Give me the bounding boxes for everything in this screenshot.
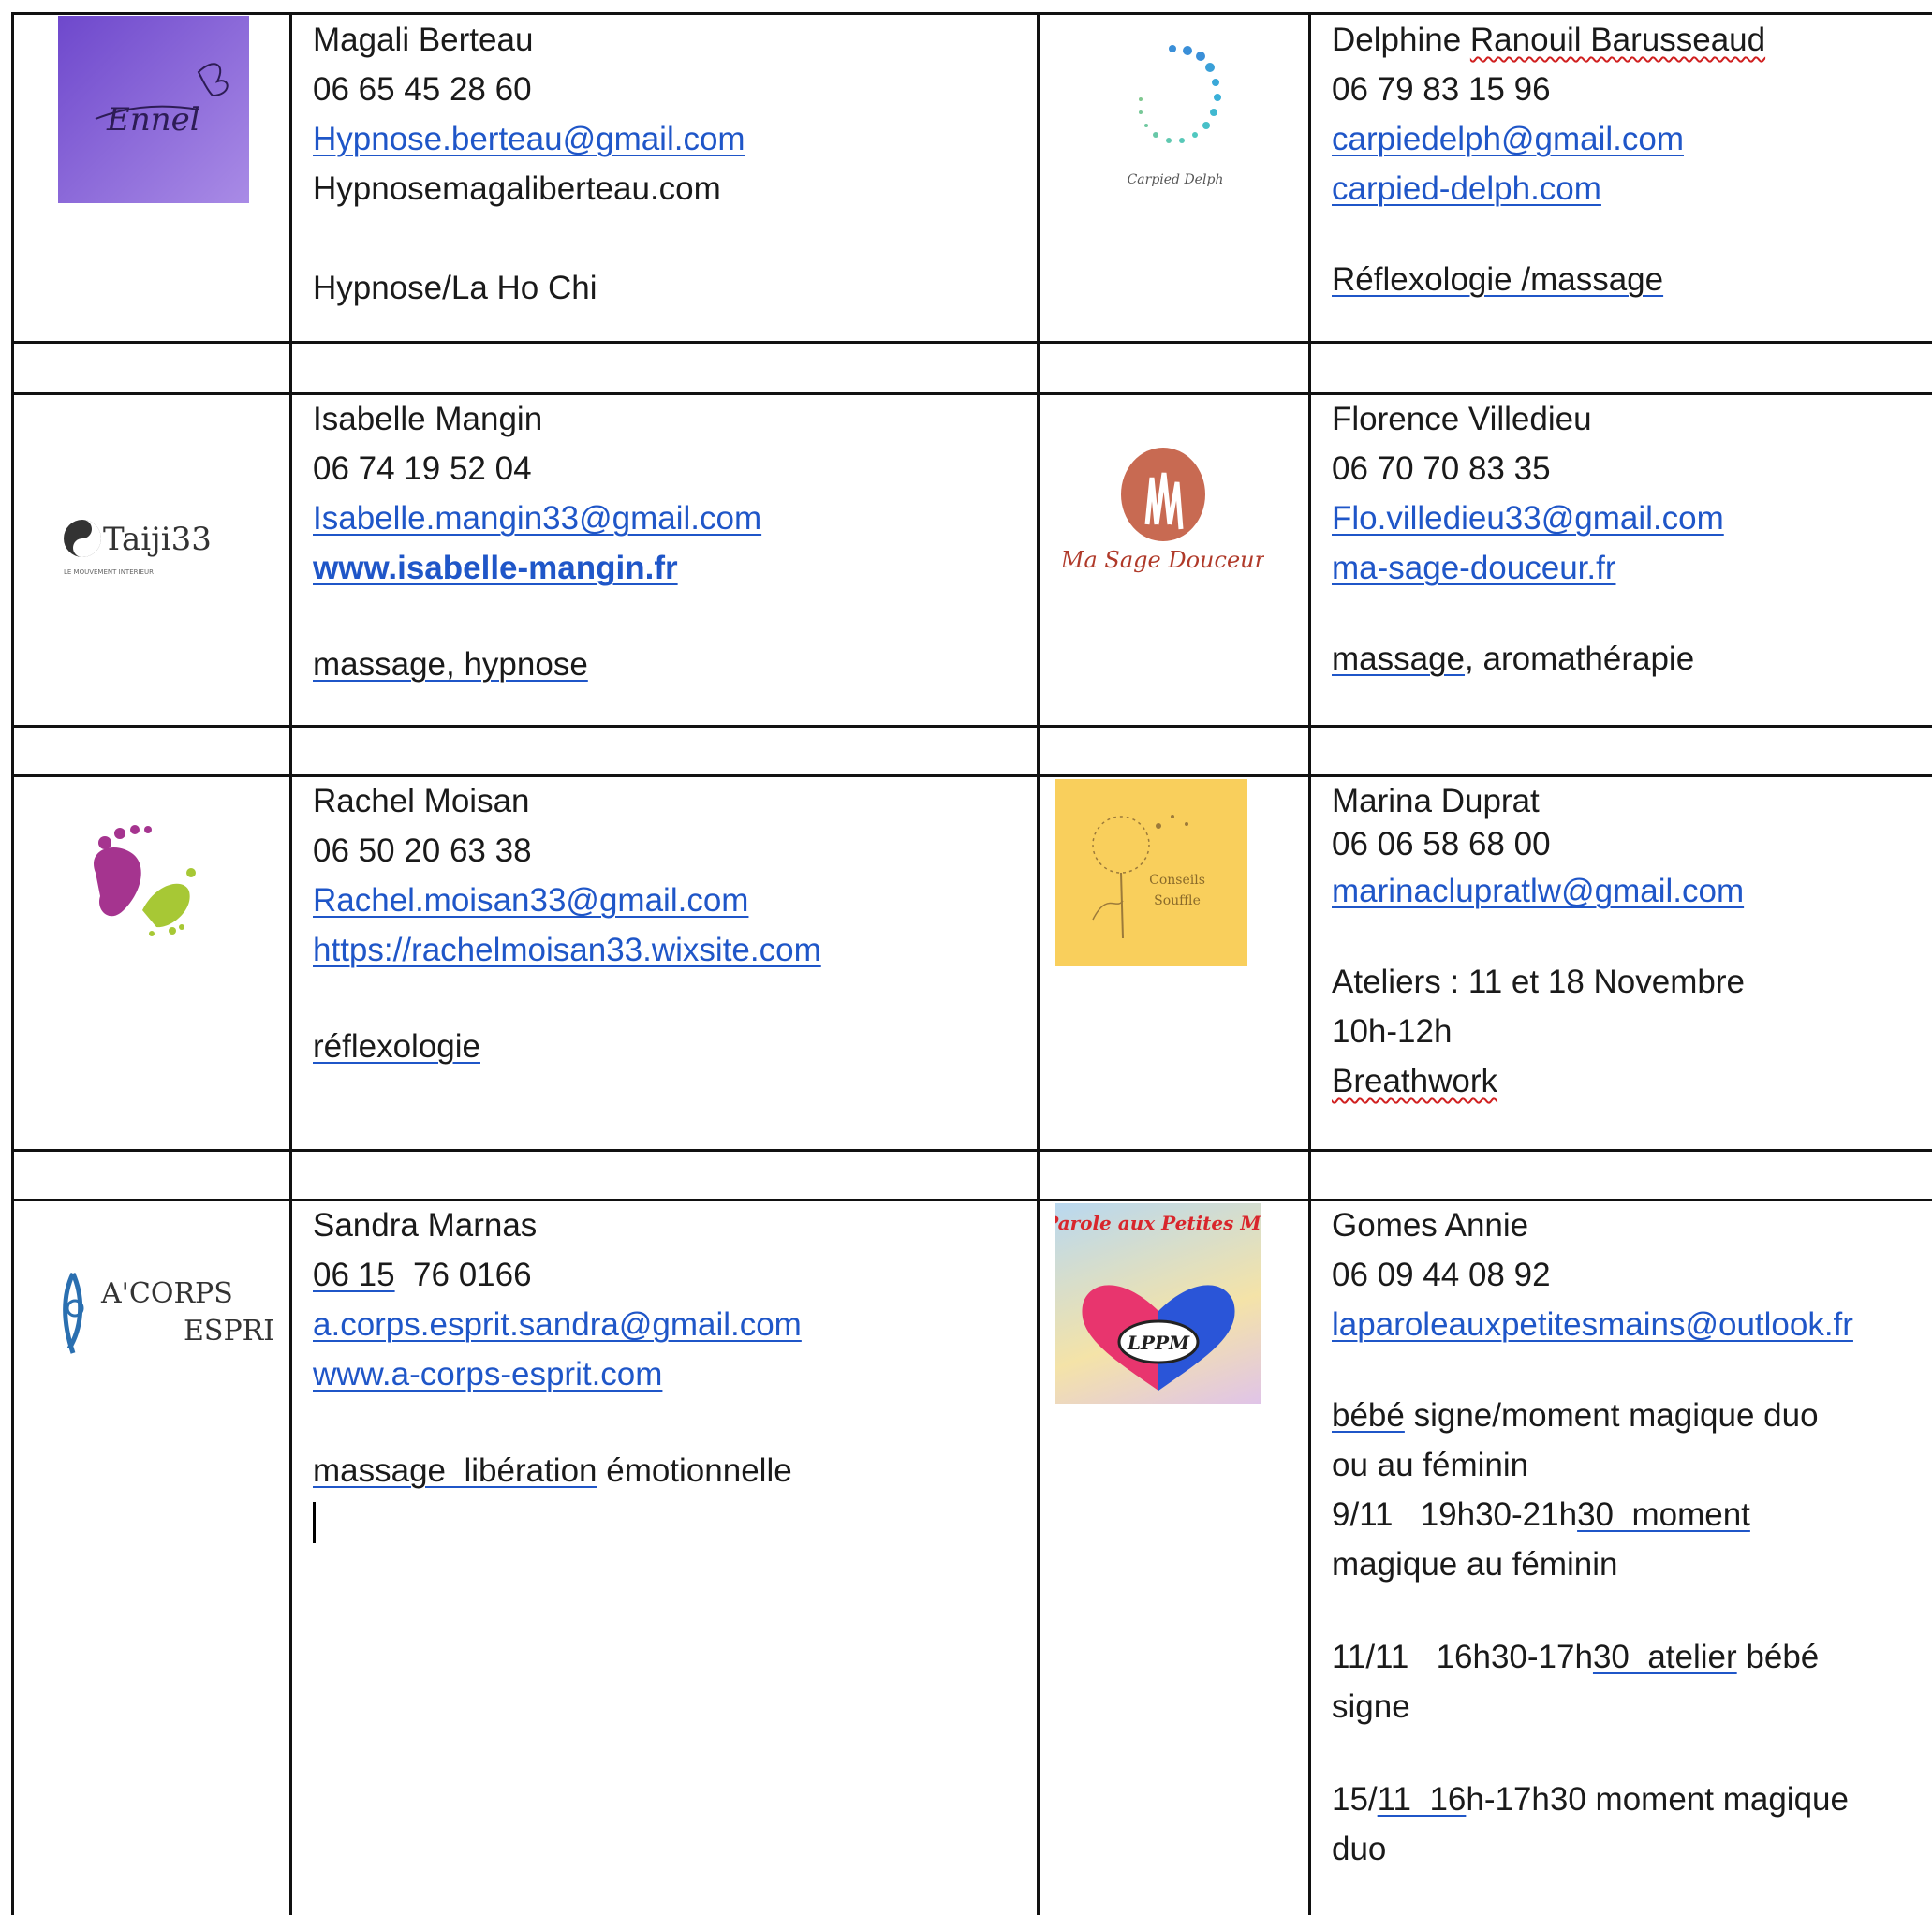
contact-name: Florence Villedieu xyxy=(1332,401,1592,437)
website-link[interactable]: https://rachelmoisan33.wixsite.com xyxy=(313,932,821,968)
event-item-line2: duo xyxy=(1332,1831,1387,1867)
text-cursor[interactable] xyxy=(313,1501,316,1543)
contact-card: Magali Berteau 06 65 45 28 60 Hypnose.be… xyxy=(313,15,745,313)
svg-text:Ennel: Ennel xyxy=(106,101,200,139)
footprint-icon xyxy=(94,825,196,936)
svg-text:Souffle: Souffle xyxy=(1154,893,1201,908)
dots-circle-icon: Carpied Delph xyxy=(1128,45,1224,187)
email-link[interactable]: Isabelle.mangin33@gmail.com xyxy=(313,500,761,537)
hands-icon: Ma Sage Douceur xyxy=(1063,448,1264,573)
contact-name: Isabelle Mangin xyxy=(313,401,543,437)
svg-text:Ma Sage Douceur: Ma Sage Douceur xyxy=(1063,547,1264,573)
contact-name: Gomes Annie xyxy=(1332,1207,1529,1244)
website-link[interactable]: www.a-corps-esprit.com xyxy=(313,1356,662,1392)
contact-card: Isabelle Mangin 06 74 19 52 04 Isabelle.… xyxy=(313,394,761,689)
taiji33-logo: Taiji33 LE MOUVEMENT INTERIEUR xyxy=(58,501,217,585)
contact-description-line2: ou au féminin xyxy=(1332,1447,1529,1483)
table-row-divider xyxy=(11,1149,1932,1152)
butterfly-icon: Ennel xyxy=(95,63,229,139)
contact-phone: 06 79 83 15 96 xyxy=(1332,71,1551,108)
event-item-line2: magique au féminin xyxy=(1332,1546,1618,1583)
table-col-divider xyxy=(11,12,14,1915)
svg-text:Taiji33: Taiji33 xyxy=(103,521,212,558)
contact-phone: 06 09 44 08 92 xyxy=(1332,1257,1551,1293)
contact-website: Hypnosemagaliberteau.com xyxy=(313,170,721,207)
table-row-divider xyxy=(11,725,1932,728)
dandelion-icon: Conseils Souffle xyxy=(1092,815,1205,939)
contact-card: Gomes Annie 06 09 44 08 92 laparoleauxpe… xyxy=(1332,1201,1853,1874)
event-item: 9/11 19h30-21h30 moment xyxy=(1332,1496,1750,1533)
contact-name: Marina Duprat xyxy=(1332,783,1540,819)
svg-text:ESPRI: ESPRI xyxy=(184,1315,274,1348)
svg-text:Carpied Delph: Carpied Delph xyxy=(1128,172,1224,187)
contact-name: Sandra Marnas xyxy=(313,1207,538,1244)
carpied-delph-logo: Carpied Delph xyxy=(1096,28,1255,197)
email-link[interactable]: Hypnose.berteau@gmail.com xyxy=(313,121,745,157)
contact-phone: 06 06 58 68 00 xyxy=(1332,826,1551,862)
email-link[interactable]: Flo.villedieu33@gmail.com xyxy=(1332,500,1724,537)
contact-phone: 06 15 76 0166 xyxy=(313,1257,532,1293)
svg-text:Conseils: Conseils xyxy=(1149,873,1205,888)
email-link[interactable]: laparoleauxpetitesmains@outlook.fr xyxy=(1332,1306,1853,1343)
table-col-divider xyxy=(1037,12,1040,1915)
email-link[interactable]: carpiedelph@gmail.com xyxy=(1332,121,1684,157)
table-row-divider xyxy=(11,341,1932,344)
email-link[interactable]: Rachel.moisan33@gmail.com xyxy=(313,882,748,919)
contact-card: Florence Villedieu 06 70 70 83 35 Flo.vi… xyxy=(1332,394,1724,684)
email-link[interactable]: a.corps.esprit.sandra@gmail.com xyxy=(313,1306,802,1343)
svg-text:LPPM: LPPM xyxy=(1127,1332,1190,1354)
ennet-logo: Ennel xyxy=(58,16,249,203)
contact-card: Sandra Marnas 06 15 76 0166 a.corps.espr… xyxy=(313,1201,802,1545)
event-item: 15/11 16h-17h30 moment magique xyxy=(1332,1781,1849,1818)
contact-specialty: Réflexologie /massage xyxy=(1332,261,1664,298)
workshop-hours: 10h-12h xyxy=(1332,1013,1453,1050)
contact-phone: 06 50 20 63 38 xyxy=(313,832,532,869)
contact-specialty: massage, aromathérapie xyxy=(1332,641,1695,677)
contact-specialty: massage, hypnose xyxy=(313,646,588,683)
svg-text:A'CORPS: A'CORPS xyxy=(100,1277,233,1310)
yin-yang-icon: Taiji33 LE MOUVEMENT INTERIEUR xyxy=(64,520,212,576)
contact-specialty: Hypnose/La Ho Chi xyxy=(313,270,597,306)
contact-name: Rachel Moisan xyxy=(313,783,530,819)
contact-phone: 06 70 70 83 35 xyxy=(1332,450,1551,487)
event-item: 11/11 16h30-17h30 atelier bébé xyxy=(1332,1639,1820,1675)
workshop-dates: Ateliers : 11 et 18 Novembre xyxy=(1332,964,1745,1000)
contact-name: Magali Berteau xyxy=(313,22,534,58)
event-item-line2: signe xyxy=(1332,1688,1410,1725)
lppm-logo: La Parole aux Petites Mains LPPM xyxy=(1055,1203,1261,1404)
website-link[interactable]: www.isabelle-mangin.fr xyxy=(313,550,678,586)
conseils-souffle-logo: Conseils Souffle xyxy=(1055,779,1247,966)
contact-card: Delphine Ranouil Barusseaud 06 79 83 15 … xyxy=(1332,15,1765,304)
website-link[interactable]: ma-sage-douceur.fr xyxy=(1332,550,1615,586)
contact-card: Rachel Moisan 06 50 20 63 38 Rachel.mois… xyxy=(313,776,821,1071)
table-col-divider xyxy=(289,12,292,1915)
contact-specialty: réflexologie xyxy=(313,1028,480,1065)
svg-text:LE MOUVEMENT INTERIEUR: LE MOUVEMENT INTERIEUR xyxy=(64,568,154,576)
contact-description: bébé signe/moment magique duo xyxy=(1332,1397,1819,1434)
contact-specialty: massage libération émotionnelle xyxy=(313,1452,792,1489)
heart-hands-icon: La Parole aux Petites Mains LPPM xyxy=(1055,1212,1261,1391)
a-corps-esprit-logo: A'CORPS ESPRI xyxy=(52,1259,287,1367)
table-col-divider xyxy=(1308,12,1311,1915)
contact-phone: 06 65 45 28 60 xyxy=(313,71,532,108)
footprint-logo xyxy=(67,807,208,948)
contact-name: Delphine Ranouil Barusseaud xyxy=(1332,22,1766,58)
contact-specialty: Breathwork xyxy=(1332,1063,1498,1099)
svg-text:La Parole aux Petites Mains: La Parole aux Petites Mains xyxy=(1055,1212,1261,1234)
email-link[interactable]: marinaclupratlw@gmail.com xyxy=(1332,873,1744,909)
ma-sage-douceur-logo: Ma Sage Douceur xyxy=(1063,440,1264,581)
website-link[interactable]: carpied-delph.com xyxy=(1332,170,1601,207)
figure-icon: A'CORPS ESPRI xyxy=(63,1272,274,1354)
table-row-divider xyxy=(11,774,1932,777)
contact-phone: 06 74 19 52 04 xyxy=(313,450,532,487)
contact-card: Marina Duprat 06 06 58 68 00 marinaclupr… xyxy=(1332,780,1745,1106)
